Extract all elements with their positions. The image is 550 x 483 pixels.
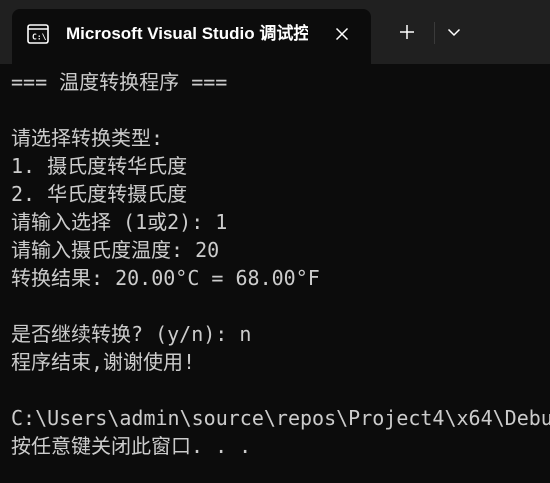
console-line: 按任意键关闭此窗口. . . [11,434,252,458]
plus-icon [400,25,414,39]
terminal-window: C:\ Microsoft Visual Studio 调试控制台 [0,0,550,483]
tab-title: Microsoft Visual Studio 调试控制台 [66,24,308,43]
close-icon [335,27,349,41]
console-line: 请选择转换类型: [11,126,164,150]
tab-debug-console[interactable]: C:\ Microsoft Visual Studio 调试控制台 [12,9,371,64]
console-exe-path: C:\Users\admin\source\repos\Project4\x64… [11,406,550,430]
console-line: 2. 华氏度转摄氏度 [11,182,188,206]
tab-dropdown-button[interactable] [440,17,468,47]
console-output[interactable]: === 温度转换程序 === 请选择转换类型: 1. 摄氏度转华氏度 2. 华氏… [0,64,550,483]
console-line: 程序结束,谢谢使用! [11,350,196,374]
chevron-down-icon [447,28,461,37]
console-line: 是否继续转换? (y/n): n [11,322,252,346]
console-app-icon: C:\ [27,24,49,44]
new-tab-button[interactable] [392,17,422,47]
title-bar: C:\ Microsoft Visual Studio 调试控制台 [0,0,550,64]
console-line: 1. 摄氏度转华氏度 [11,154,188,178]
close-tab-button[interactable] [330,22,354,46]
console-line: 转换结果: 20.00°C = 68.00°F [11,266,320,290]
svg-text:C:\: C:\ [32,33,47,42]
console-line: 请输入选择 (1或2): 1 [11,210,228,234]
console-line: === 温度转换程序 === [11,70,228,94]
toolbar-divider [434,22,435,44]
console-line: 请输入摄氏度温度: 20 [11,238,220,262]
